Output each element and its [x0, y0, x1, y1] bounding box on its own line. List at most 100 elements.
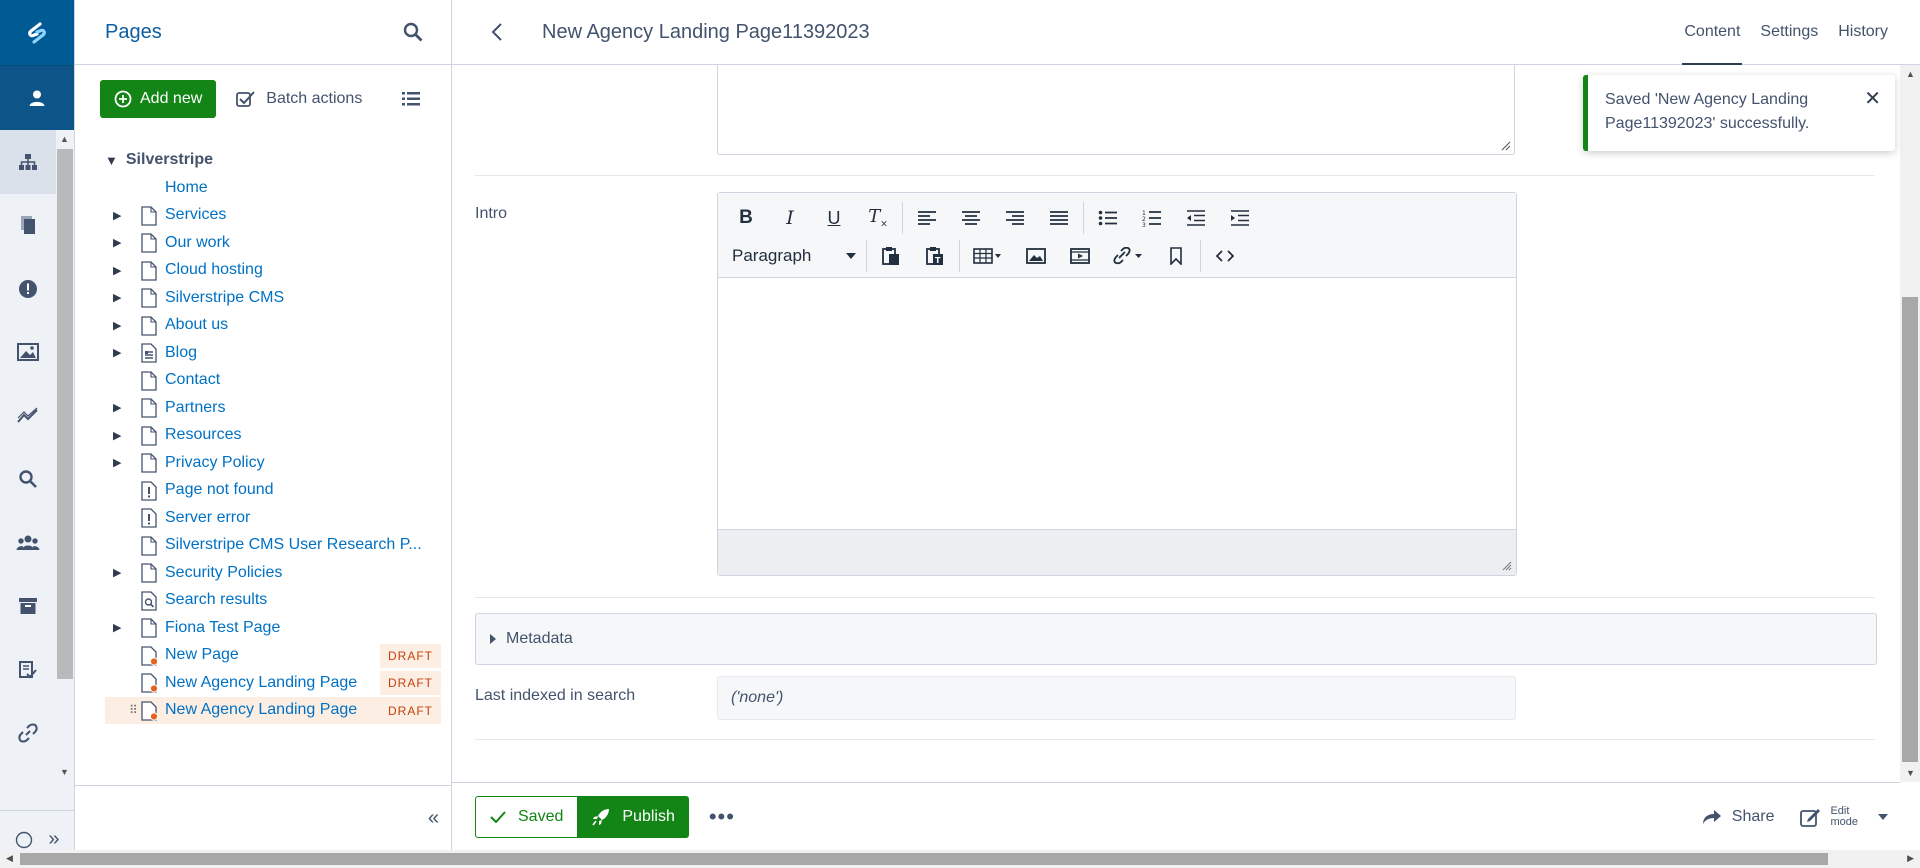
tree-node[interactable]: Contact	[105, 367, 441, 395]
tree-node[interactable]: ▶ Our work	[105, 229, 441, 257]
tree-node[interactable]: Home	[105, 174, 441, 202]
bold-icon[interactable]: B	[724, 201, 768, 235]
italic-icon[interactable]: I	[768, 201, 812, 235]
tree-node[interactable]: ▶ Fiona Test Page	[105, 614, 441, 642]
expand-caret-icon[interactable]: ▶	[113, 401, 121, 414]
scroll-up-arrow-icon[interactable]: ▲	[1906, 69, 1915, 79]
insert-image-icon[interactable]	[1014, 239, 1058, 273]
silverstripe-logo[interactable]	[0, 0, 74, 65]
help-circle-icon[interactable]	[15, 831, 33, 849]
menu-scrollbar[interactable]: ▲ ▼	[56, 132, 74, 779]
tree-node[interactable]: ▶ Resources	[105, 422, 441, 450]
menu-item-reports[interactable]	[0, 257, 56, 321]
profile-button[interactable]	[0, 65, 74, 130]
horizontal-scrollbar-thumb[interactable]	[20, 853, 1828, 865]
expand-caret-icon[interactable]: ▶	[113, 456, 121, 469]
outdent-icon[interactable]	[1174, 201, 1218, 235]
tree-node[interactable]: ⠿ New Agency Landing Page DRAFT	[105, 696, 441, 724]
collapse-panel-icon[interactable]: «	[428, 807, 439, 830]
tree-node[interactable]: ▶ Partners	[105, 394, 441, 422]
tab-content[interactable]: Content	[1674, 0, 1750, 65]
tree-node[interactable]: ▶ Privacy Policy	[105, 449, 441, 477]
resize-handle-icon[interactable]	[1502, 561, 1512, 571]
block-format-select[interactable]: Paragraph	[724, 239, 864, 273]
expand-caret-icon[interactable]: ▶	[113, 429, 121, 442]
publish-button[interactable]: Publish	[578, 795, 689, 838]
expand-caret-icon[interactable]: ▶	[113, 319, 121, 332]
expand-caret-icon[interactable]: ▶	[113, 621, 121, 634]
menu-item-files[interactable]	[0, 194, 56, 258]
scroll-up-arrow-icon[interactable]: ▲	[60, 134, 69, 144]
tree-node[interactable]: ▶ Services	[105, 202, 441, 230]
tree-node[interactable]: New Agency Landing Page DRAFT	[105, 669, 441, 697]
align-center-icon[interactable]	[949, 201, 993, 235]
page-horizontal-scrollbar[interactable]: ◀ ▶	[0, 850, 1920, 868]
text-area-field[interactable]	[717, 65, 1515, 155]
numbered-list-icon[interactable]: 123	[1130, 201, 1174, 235]
content-scrollbar-thumb[interactable]	[1902, 297, 1918, 762]
source-code-icon[interactable]	[1203, 239, 1247, 273]
search-icon[interactable]	[403, 22, 423, 42]
table-icon[interactable]	[962, 239, 1014, 273]
metadata-toggle[interactable]: Metadata	[475, 613, 1877, 665]
tree-node[interactable]: Silverstripe CMS User Research P...	[105, 532, 441, 560]
back-button[interactable]	[452, 22, 542, 42]
edit-mode-toggle[interactable]: Edit mode	[1800, 805, 1888, 828]
paste-as-text-icon[interactable]: T	[913, 239, 957, 273]
expand-caret-icon[interactable]: ▶	[113, 566, 121, 579]
expand-caret-icon[interactable]: ▶	[113, 291, 121, 304]
menu-scrollbar-thumb[interactable]	[57, 149, 73, 679]
resize-handle-icon[interactable]	[1501, 141, 1511, 151]
menu-item-pages[interactable]	[0, 130, 56, 194]
tree-node[interactable]: ▶ Blog	[105, 339, 441, 367]
menu-item-images[interactable]	[0, 321, 56, 385]
menu-item-links[interactable]	[0, 702, 56, 766]
add-new-button[interactable]: Add new	[100, 80, 217, 118]
close-icon[interactable]: ✕	[1864, 87, 1881, 111]
indent-icon[interactable]	[1218, 201, 1262, 235]
align-left-icon[interactable]	[905, 201, 949, 235]
tree-node[interactable]: New Page DRAFT	[105, 642, 441, 670]
batch-actions-button[interactable]: Batch actions	[236, 90, 362, 108]
menu-item-archive[interactable]	[0, 575, 56, 639]
expand-caret-icon[interactable]: ▶	[113, 264, 121, 277]
align-justify-icon[interactable]	[1037, 201, 1081, 235]
tab-settings[interactable]: Settings	[1750, 0, 1828, 64]
list-view-button[interactable]	[401, 91, 421, 107]
drag-handle-icon[interactable]: ⠿	[129, 703, 138, 717]
insert-link-icon[interactable]	[1102, 239, 1154, 273]
tree-node[interactable]: ▶ Cloud hosting	[105, 257, 441, 285]
tree-node[interactable]: Search results	[105, 587, 441, 615]
expand-caret-icon[interactable]: ▶	[113, 346, 121, 359]
scroll-right-arrow-icon[interactable]: ▶	[1907, 853, 1914, 864]
saved-button[interactable]: Saved	[475, 795, 579, 838]
tree-node[interactable]: ▶ Silverstripe CMS	[105, 284, 441, 312]
tree-node[interactable]: ▶ Security Policies	[105, 559, 441, 587]
tree-node[interactable]: Server error	[105, 504, 441, 532]
content-scrollbar[interactable]: ▲ ▼	[1900, 65, 1920, 782]
menu-item-workflow[interactable]	[0, 638, 56, 702]
expand-caret-icon[interactable]: ▶	[113, 209, 121, 222]
editor-content-area[interactable]	[718, 278, 1516, 530]
bookmark-icon[interactable]	[1154, 239, 1198, 273]
tree-root[interactable]: ▼ Silverstripe	[105, 146, 441, 174]
tree-node[interactable]: Page not found	[105, 477, 441, 505]
clear-formatting-icon[interactable]: T×	[856, 201, 900, 235]
bullet-list-icon[interactable]	[1086, 201, 1130, 235]
tree-node[interactable]: ▶ About us	[105, 312, 441, 340]
more-options-button[interactable]: •••	[709, 804, 735, 830]
share-button[interactable]: Share	[1702, 808, 1774, 826]
scroll-left-arrow-icon[interactable]: ◀	[6, 853, 13, 864]
chevron-down-icon[interactable]	[1878, 813, 1888, 820]
insert-media-icon[interactable]	[1058, 239, 1102, 273]
caret-down-icon[interactable]: ▼	[105, 153, 118, 168]
tab-history[interactable]: History	[1828, 0, 1920, 64]
expand-menu-icon[interactable]: »	[48, 828, 59, 851]
expand-caret-icon[interactable]: ▶	[113, 236, 121, 249]
menu-item-security[interactable]	[0, 511, 56, 575]
underline-icon[interactable]: U	[812, 201, 856, 235]
menu-item-analytics[interactable]	[0, 384, 56, 448]
align-right-icon[interactable]	[993, 201, 1037, 235]
paste-icon[interactable]	[869, 239, 913, 273]
scroll-down-arrow-icon[interactable]: ▼	[60, 767, 69, 777]
